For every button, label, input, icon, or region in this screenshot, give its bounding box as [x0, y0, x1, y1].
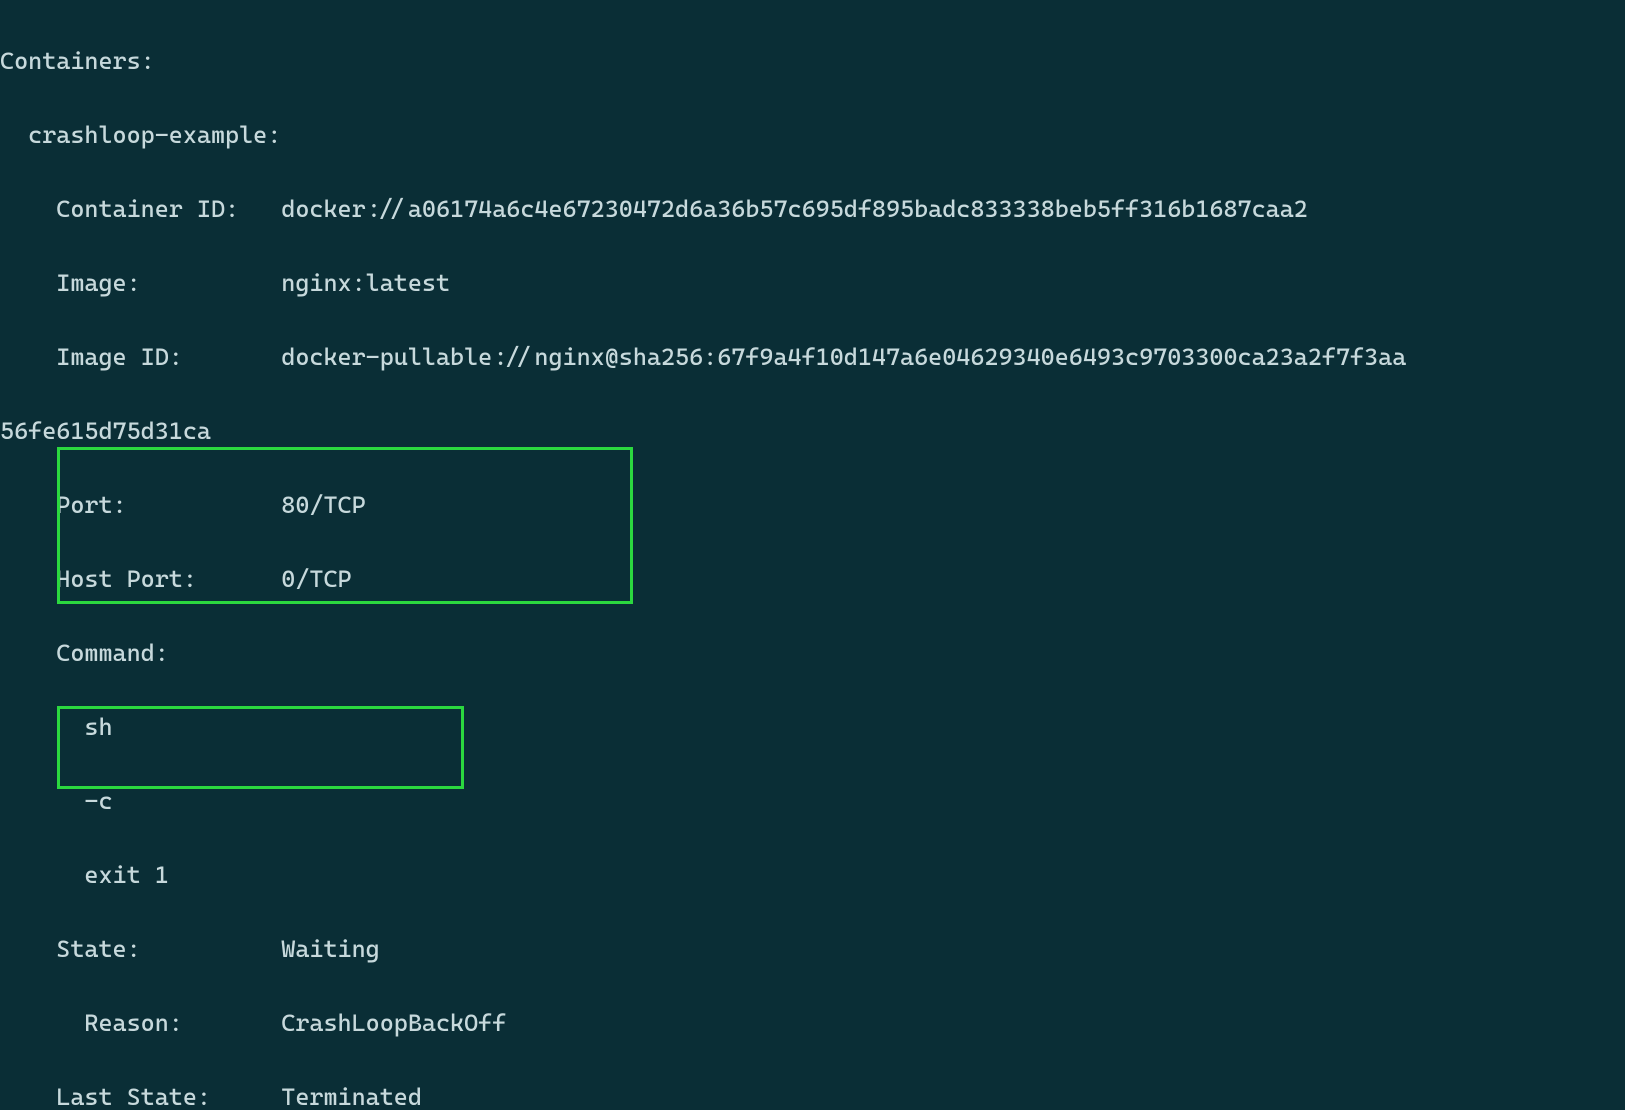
line-host-port: Host Port: 0/TCP: [0, 561, 1625, 598]
line-container-id: Container ID: docker://a06174a6c4e672304…: [0, 191, 1625, 228]
line-containers-header: Containers:: [0, 43, 1625, 80]
line-image: Image: nginx:latest: [0, 265, 1625, 302]
line-image-id: Image ID: docker-pullable://nginx@sha256…: [0, 339, 1625, 376]
line-port: Port: 80/TCP: [0, 487, 1625, 524]
line-state-reason: Reason: CrashLoopBackOff: [0, 1005, 1625, 1042]
line-cmd-c: -c: [0, 783, 1625, 820]
line-cmd-sh: sh: [0, 709, 1625, 746]
line-cmd-exit: exit 1: [0, 857, 1625, 894]
line-last-state: Last State: Terminated: [0, 1079, 1625, 1110]
terminal-output: Containers: crashloop-example: Container…: [0, 0, 1625, 1110]
line-state: State: Waiting: [0, 931, 1625, 968]
line-container-name: crashloop-example:: [0, 117, 1625, 154]
line-command-header: Command:: [0, 635, 1625, 672]
line-image-id-wrap: 56fe615d75d31ca: [0, 413, 1625, 450]
